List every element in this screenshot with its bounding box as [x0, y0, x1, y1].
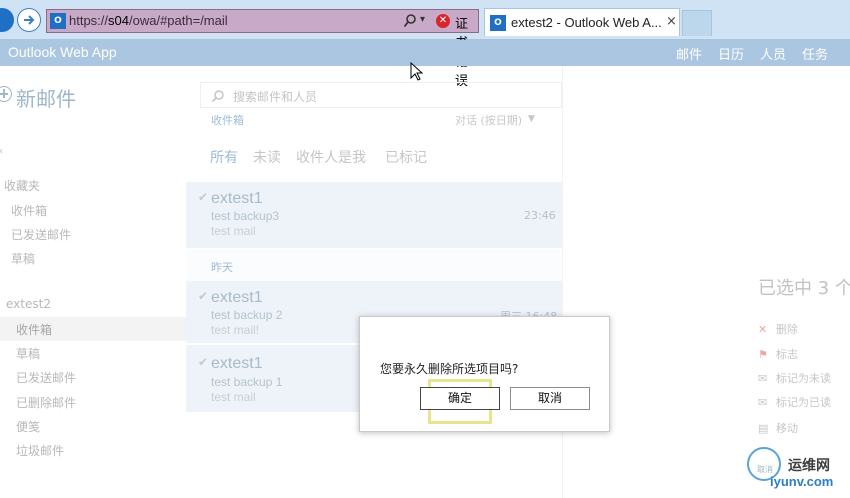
sidebar-item-deleted[interactable]: 已删除邮件 [16, 394, 76, 411]
nav-people[interactable]: 人员 [760, 44, 786, 63]
check-icon[interactable]: ✔ [198, 355, 208, 369]
collapse-icon[interactable]: « [0, 146, 3, 157]
filter-unread[interactable]: 未读 [253, 147, 281, 167]
mail-preview: test mail [211, 224, 256, 238]
mark-unread-icon: ✉ [758, 372, 768, 385]
mail-subject: test backup 1 [211, 375, 283, 389]
new-tab-button[interactable] [682, 10, 712, 36]
mail-sender: extest1 [211, 289, 263, 306]
search-icon[interactable] [403, 13, 417, 29]
outlook-favicon-icon: O [50, 13, 66, 29]
mail-subject: test backup3 [211, 209, 280, 223]
new-mail-button[interactable]: 新邮件 [16, 83, 76, 112]
check-icon[interactable]: ✔ [198, 289, 208, 303]
sidebar-item-inbox[interactable]: 收件箱 [16, 321, 52, 338]
pane-divider [562, 66, 563, 498]
sidebar-item-notes[interactable]: 便笺 [16, 418, 40, 435]
cancel-button[interactable]: 取消 [510, 387, 590, 410]
mark-read-action[interactable]: ✉ 标记为已读 [758, 394, 831, 410]
address-bar[interactable]: O https://s04/owa/#path=/mail ▾ ✕ 证书错误 ↻ [46, 9, 518, 89]
favorites-heading[interactable]: 收藏夹 [4, 177, 40, 194]
current-folder-label: 收件箱 [211, 114, 244, 127]
flag-icon: ⚑ [758, 348, 768, 361]
search-placeholder: 搜索邮件和人员 [233, 90, 318, 104]
filter-flagged[interactable]: 已标记 [385, 147, 427, 167]
sidebar-item-junk[interactable]: 垃圾邮件 [16, 442, 64, 459]
url-path: /owa/#path=/mail [129, 13, 228, 28]
mail-sender: extest1 [211, 355, 263, 372]
filter-to-me[interactable]: 收件人是我 [296, 147, 366, 167]
outlook-tab-icon: O [490, 15, 506, 31]
flag-label: 标志 [776, 348, 798, 361]
arrow-right-icon [24, 15, 35, 25]
sidebar-item-drafts[interactable]: 草稿 [16, 345, 40, 362]
sidebar-item-favorites-inbox[interactable]: 收件箱 [11, 202, 47, 219]
delete-icon: ✕ [758, 323, 768, 336]
move-icon: ▤ [758, 422, 769, 435]
browser-tab[interactable]: O extest2 - Outlook Web A... × [484, 8, 680, 36]
url-text: https://s04/owa/#path=/mail [69, 13, 228, 28]
confirm-delete-dialog: 您要永久删除所选项目吗? 确定 取消 [359, 316, 610, 432]
cert-error-icon[interactable]: ✕ [436, 14, 450, 28]
dialog-message: 您要永久删除所选项目吗? [380, 362, 519, 376]
ok-button[interactable]: 确定 [420, 387, 500, 410]
filter-all[interactable]: 所有 [210, 147, 238, 167]
day-separator [186, 249, 562, 281]
mark-unread-label: 标记为未读 [776, 372, 831, 385]
close-tab-icon[interactable]: × [666, 14, 677, 29]
app-name: Outlook Web App [8, 44, 117, 60]
url-prefix: https:// [69, 13, 109, 28]
mail-sender: extest1 [211, 190, 263, 207]
plus-circle-icon[interactable] [0, 86, 12, 102]
check-icon[interactable]: ✔ [198, 190, 208, 204]
mark-read-icon: ✉ [758, 396, 768, 409]
watermark-text: 运维网 [788, 458, 830, 474]
dropdown-arrow-icon[interactable]: ▾ [420, 14, 425, 25]
mail-subject: test backup 2 [211, 308, 283, 322]
tab-title: extest2 - Outlook Web A... [511, 15, 662, 30]
url-host: s04 [108, 13, 129, 28]
move-action[interactable]: ▤ 移动 [758, 420, 798, 436]
browser-chrome: O https://s04/owa/#path=/mail ▾ ✕ 证书错误 ↻… [0, 0, 850, 89]
mail-preview: test mail! [211, 323, 260, 337]
day-separator-label: 昨天 [211, 261, 233, 274]
search-icon [211, 90, 224, 103]
owa-header: Outlook Web App 邮件 日历 人员 任务 [0, 40, 850, 66]
watermark-url: iyunv.com [770, 474, 834, 489]
forward-button[interactable] [17, 8, 41, 32]
mail-time: 23:46 [524, 209, 556, 222]
mouse-cursor-icon [410, 62, 424, 81]
move-label: 移动 [776, 422, 798, 435]
nav-mail[interactable]: 邮件 [676, 44, 702, 63]
search-input[interactable]: 搜索邮件和人员 [200, 82, 562, 108]
mark-read-label: 标记为已读 [776, 396, 831, 409]
nav-calendar[interactable]: 日历 [718, 44, 744, 63]
sidebar-item-sent[interactable]: 已发送邮件 [16, 369, 76, 386]
back-button[interactable] [0, 8, 14, 32]
nav-tasks[interactable]: 任务 [802, 44, 828, 63]
selected-count: 已选中 3 个 [758, 278, 850, 299]
flag-action[interactable]: ⚑ 标志 [758, 346, 798, 362]
mark-unread-action[interactable]: ✉ 标记为未读 [758, 370, 831, 386]
account-heading[interactable]: extest2 [6, 297, 51, 311]
sidebar-item-favorites-sent[interactable]: 已发送邮件 [11, 226, 71, 243]
mail-preview: test mail [211, 390, 256, 404]
delete-label: 删除 [776, 323, 798, 336]
sort-dropdown[interactable]: 对话 (按日期) [455, 112, 522, 128]
delete-action[interactable]: ✕ 删除 [758, 321, 798, 337]
chevron-down-icon[interactable]: ▼ [528, 114, 535, 124]
sidebar-item-favorites-drafts[interactable]: 草稿 [11, 250, 35, 267]
